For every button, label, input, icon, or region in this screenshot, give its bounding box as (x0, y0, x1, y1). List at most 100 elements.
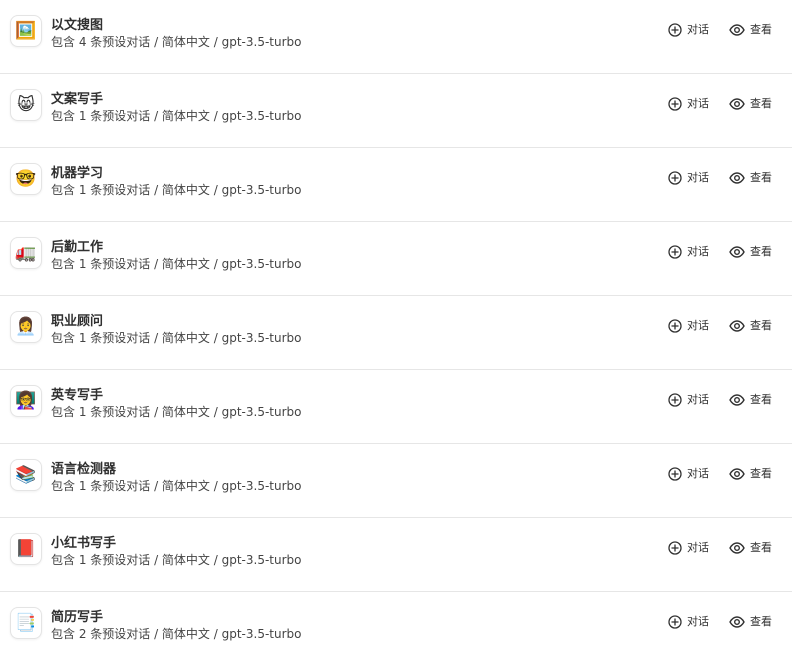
mask-name: 以文搜图 (51, 18, 104, 33)
chat-button[interactable]: 对话 (668, 21, 709, 39)
red-book-icon: 📕 (15, 538, 37, 559)
view-button[interactable]: 查看 (729, 21, 772, 39)
eye-icon (729, 468, 745, 480)
view-button-label: 查看 (750, 97, 772, 110)
chat-button[interactable]: 对话 (668, 391, 709, 409)
eye-icon (729, 616, 745, 628)
view-button[interactable]: 查看 (729, 95, 772, 113)
delivery-truck-icon: 🚛 (15, 242, 37, 263)
mask-avatar: 📕 (10, 533, 42, 565)
eye-icon (729, 320, 745, 332)
chat-button[interactable]: 对话 (668, 539, 709, 557)
chat-button[interactable]: 对话 (668, 465, 709, 483)
add-circle-icon (668, 319, 682, 333)
mask-avatar: 🚛 (10, 237, 42, 269)
add-circle-icon (668, 615, 682, 629)
mask-meta: 包含 1 条预设对话 / 简体中文 / gpt-3.5-turbo (51, 331, 302, 345)
mask-name: 语言检测器 (51, 462, 117, 477)
mask-item: 👩‍💼 职业顾问 包含 1 条预设对话 / 简体中文 / gpt-3.5-tur… (0, 296, 792, 370)
mask-avatar: 🤓 (10, 163, 42, 195)
mask-name: 职业顾问 (51, 314, 104, 329)
mask-name: 机器学习 (51, 166, 104, 181)
chat-button-label: 对话 (687, 393, 709, 406)
mask-meta: 包含 1 条预设对话 / 简体中文 / gpt-3.5-turbo (51, 553, 302, 567)
add-circle-icon (668, 23, 682, 37)
mask-avatar: 👩‍💼 (10, 311, 42, 343)
mask-meta: 包含 1 条预设对话 / 简体中文 / gpt-3.5-turbo (51, 405, 302, 419)
eye-icon (729, 542, 745, 554)
add-circle-icon (668, 171, 682, 185)
teacher-icon: 👩‍🏫 (15, 390, 37, 411)
bookmark-tabs-icon: 📑 (15, 612, 37, 633)
view-button-label: 查看 (750, 245, 772, 258)
mask-meta: 包含 1 条预设对话 / 简体中文 / gpt-3.5-turbo (51, 257, 302, 271)
view-button-label: 查看 (750, 541, 772, 554)
mask-item: 🖼️ 以文搜图 包含 4 条预设对话 / 简体中文 / gpt-3.5-turb… (0, 0, 792, 74)
chat-button[interactable]: 对话 (668, 317, 709, 335)
chat-button-label: 对话 (687, 319, 709, 332)
view-button[interactable]: 查看 (729, 317, 772, 335)
view-button[interactable]: 查看 (729, 243, 772, 261)
chat-button[interactable]: 对话 (668, 169, 709, 187)
eye-icon (729, 98, 745, 110)
mask-list: 🖼️ 以文搜图 包含 4 条预设对话 / 简体中文 / gpt-3.5-turb… (0, 0, 792, 665)
mask-avatar: 🖼️ (10, 15, 42, 47)
eye-icon (729, 172, 745, 184)
mask-meta: 包含 4 条预设对话 / 简体中文 / gpt-3.5-turbo (51, 35, 302, 49)
chat-button[interactable]: 对话 (668, 613, 709, 631)
mask-avatar: 😸 (10, 89, 42, 121)
mask-item: 📕 小红书写手 包含 1 条预设对话 / 简体中文 / gpt-3.5-turb… (0, 518, 792, 592)
office-worker-icon: 👩‍💼 (15, 316, 37, 337)
mask-item: 📚 语言检测器 包含 1 条预设对话 / 简体中文 / gpt-3.5-turb… (0, 444, 792, 518)
add-circle-icon (668, 467, 682, 481)
mask-actions: 对话 查看 (668, 465, 772, 483)
mask-actions: 对话 查看 (668, 317, 772, 335)
chat-button[interactable]: 对话 (668, 95, 709, 113)
mask-item: 🤓 机器学习 包含 1 条预设对话 / 简体中文 / gpt-3.5-turbo… (0, 148, 792, 222)
chat-button-label: 对话 (687, 541, 709, 554)
mask-name: 小红书写手 (51, 536, 117, 551)
view-button[interactable]: 查看 (729, 539, 772, 557)
chat-button-label: 对话 (687, 245, 709, 258)
eye-icon (729, 394, 745, 406)
view-button-label: 查看 (750, 393, 772, 406)
view-button-label: 查看 (750, 615, 772, 628)
mask-actions: 对话 查看 (668, 169, 772, 187)
add-circle-icon (668, 97, 682, 111)
grinning-cat-icon: 😸 (17, 94, 35, 115)
chat-button-label: 对话 (687, 467, 709, 480)
eye-icon (729, 24, 745, 36)
chat-button-label: 对话 (687, 171, 709, 184)
view-button[interactable]: 查看 (729, 465, 772, 483)
mask-name: 文案写手 (51, 92, 104, 107)
add-circle-icon (668, 245, 682, 259)
eye-icon (729, 246, 745, 258)
view-button[interactable]: 查看 (729, 169, 772, 187)
mask-item: 👩‍🏫 英专写手 包含 1 条预设对话 / 简体中文 / gpt-3.5-tur… (0, 370, 792, 444)
chat-button-label: 对话 (687, 615, 709, 628)
mask-meta: 包含 1 条预设对话 / 简体中文 / gpt-3.5-turbo (51, 479, 302, 493)
mask-name: 英专写手 (51, 388, 104, 403)
mask-actions: 对话 查看 (668, 21, 772, 39)
mask-actions: 对话 查看 (668, 391, 772, 409)
mask-actions: 对话 查看 (668, 613, 772, 631)
mask-avatar: 👩‍🏫 (10, 385, 42, 417)
add-circle-icon (668, 393, 682, 407)
mask-meta: 包含 2 条预设对话 / 简体中文 / gpt-3.5-turbo (51, 627, 302, 641)
view-button-label: 查看 (750, 467, 772, 480)
mask-avatar: 📑 (10, 607, 42, 639)
mask-name: 后勤工作 (51, 240, 104, 255)
mask-actions: 对话 查看 (668, 243, 772, 261)
mask-meta: 包含 1 条预设对话 / 简体中文 / gpt-3.5-turbo (51, 109, 302, 123)
view-button[interactable]: 查看 (729, 613, 772, 631)
mask-actions: 对话 查看 (668, 95, 772, 113)
mask-item: 📑 简历写手 包含 2 条预设对话 / 简体中文 / gpt-3.5-turbo… (0, 592, 792, 665)
chat-button-label: 对话 (687, 97, 709, 110)
books-icon: 📚 (15, 464, 37, 485)
chat-button[interactable]: 对话 (668, 243, 709, 261)
view-button-label: 查看 (750, 319, 772, 332)
add-circle-icon (668, 541, 682, 555)
view-button-label: 查看 (750, 171, 772, 184)
view-button[interactable]: 查看 (729, 391, 772, 409)
view-button-label: 查看 (750, 23, 772, 36)
